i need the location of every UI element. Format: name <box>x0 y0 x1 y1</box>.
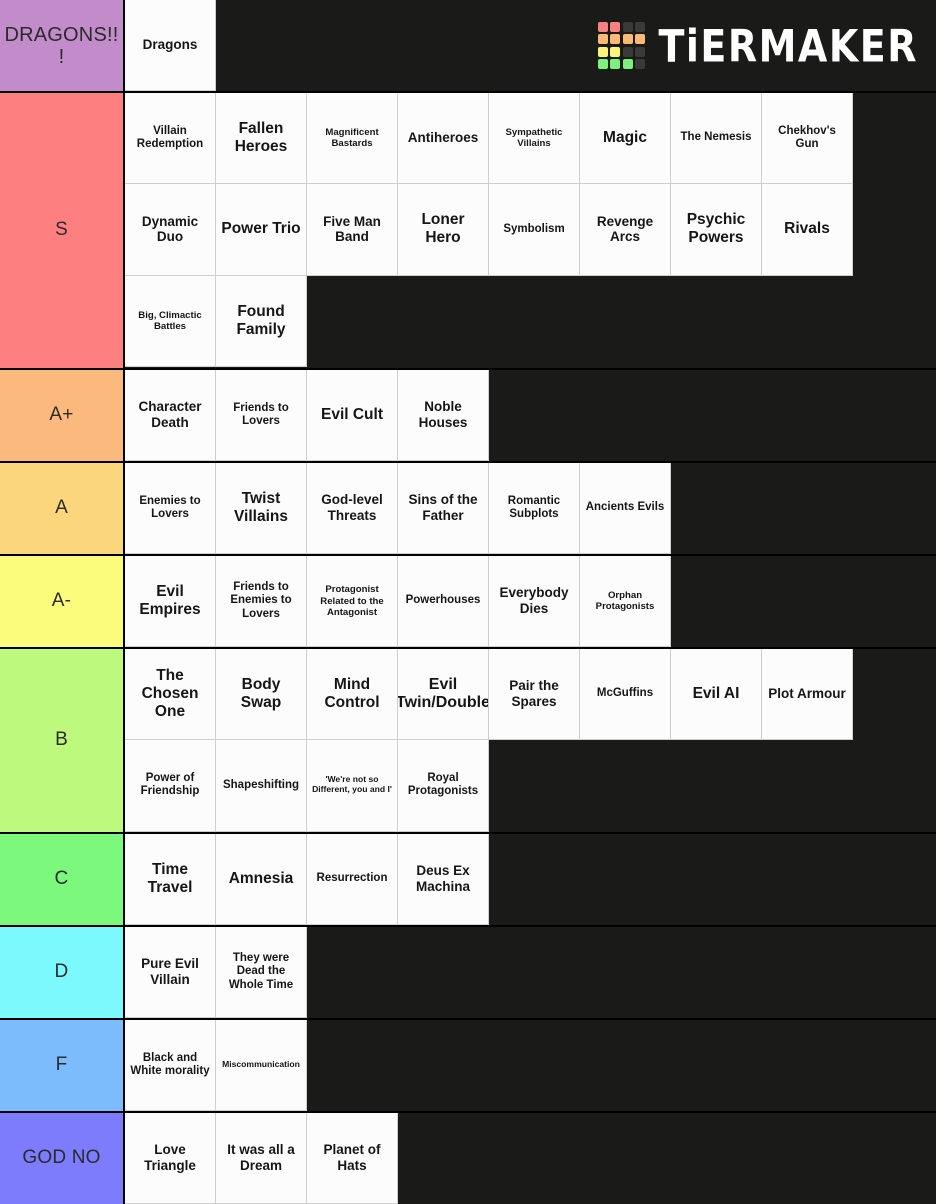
tier-item[interactable]: Antiheroes <box>398 93 489 185</box>
tier-row: F Black and White morality Miscommunicatio… <box>0 1020 936 1113</box>
tier-row: S Villain Redemption Fallen Heroes Magnific… <box>0 93 936 370</box>
tier-item[interactable]: The Chosen One <box>125 649 216 741</box>
tier-items: Evil Empires Friends to Enemies to Lovers… <box>125 556 936 648</box>
tier-item[interactable]: Amnesia <box>216 834 307 926</box>
tier-item[interactable]: Character Death <box>125 370 216 462</box>
tier-item[interactable]: Ancients Evils <box>580 463 671 555</box>
tier-item[interactable]: Dynamic Duo <box>125 184 216 276</box>
tier-item[interactable]: Sympathetic Villains <box>489 93 580 185</box>
tier-item[interactable]: Villain Redemption <box>125 93 216 185</box>
tier-row: D Pure Evil Villain They were Dead the Who… <box>0 927 936 1020</box>
tier-item[interactable]: Protagonist Related to the Antagonist <box>307 556 398 648</box>
tier-items: Character Death Friends to Lovers Evil Cul… <box>125 370 936 462</box>
tier-item[interactable]: Friends to Lovers <box>216 370 307 462</box>
tier-row: B The Chosen One Body Swap Mind Control Evil… <box>0 649 936 834</box>
tier-item[interactable]: Mind Control <box>307 649 398 741</box>
tier-item[interactable]: Miscommunication <box>216 1020 307 1112</box>
tier-item[interactable]: Twist Villains <box>216 463 307 555</box>
tier-item[interactable]: Revenge Arcs <box>580 184 671 276</box>
tier-item[interactable]: God-level Threats <box>307 463 398 555</box>
tier-label-a[interactable]: A- <box>0 556 125 647</box>
tier-item[interactable]: Love Triangle <box>125 1113 216 1204</box>
tier-item[interactable]: Magnificent Bastards <box>307 93 398 185</box>
tier-item[interactable]: Evil AI <box>671 649 762 741</box>
tier-item[interactable]: Black and White morality <box>125 1020 216 1112</box>
tier-items: Villain Redemption Fallen Heroes Magnifice… <box>125 93 936 368</box>
tier-item[interactable]: Planet of Hats <box>307 1113 398 1204</box>
tier-item[interactable]: Shapeshifting <box>216 740 307 832</box>
tier-items: Enemies to Lovers Twist Villains God-level… <box>125 463 936 555</box>
tier-row: A- Evil Empires Friends to Enemies to Love… <box>0 556 936 649</box>
tier-item[interactable]: Plot Armour <box>762 649 853 741</box>
tier-item[interactable]: Symbolism <box>489 184 580 276</box>
tier-label-a[interactable]: A <box>0 463 125 554</box>
tier-items: Pure Evil Villain They were Dead the Whol… <box>125 927 936 1019</box>
tier-item[interactable]: McGuffins <box>580 649 671 741</box>
tier-row: A Enemies to Lovers Twist Villains God-leve… <box>0 463 936 556</box>
tier-item[interactable]: Sins of the Father <box>398 463 489 555</box>
tier-label-god-no[interactable]: GOD NO <box>0 1113 125 1204</box>
tier-label-c[interactable]: C <box>0 834 125 925</box>
tier-item[interactable]: Magic <box>580 93 671 185</box>
tier-item[interactable]: Deus Ex Machina <box>398 834 489 926</box>
tier-items: Dragons <box>125 0 216 91</box>
tiermaker-wordmark: TiERMAKER <box>658 19 918 72</box>
tier-item[interactable]: Noble Houses <box>398 370 489 462</box>
tier-row: GOD NO Love Triangle It was all a Dream Pla… <box>0 1113 936 1204</box>
tier-label-b[interactable]: B <box>0 649 125 832</box>
tier-item[interactable]: Friends to Enemies to Lovers <box>216 556 307 648</box>
tier-items: Black and White morality Miscommunication <box>125 1020 936 1112</box>
tier-row: A+ Character Death Friends to Lovers Evil C… <box>0 370 936 463</box>
tier-item[interactable]: Evil Empires <box>125 556 216 648</box>
tier-item[interactable]: Loner Hero <box>398 184 489 276</box>
tier-item[interactable]: Big, Climactic Battles <box>125 275 216 367</box>
tier-item[interactable]: Chekhov's Gun <box>762 93 853 185</box>
tier-item[interactable]: Powerhouses <box>398 556 489 648</box>
tier-item[interactable]: 'We're not so Different, you and I' <box>307 740 398 832</box>
tier-item[interactable]: Psychic Powers <box>671 184 762 276</box>
tier-item[interactable]: Royal Protagonists <box>398 740 489 832</box>
tier-label-s[interactable]: S <box>0 93 125 368</box>
tiermaker-branding: TiERMAKER <box>216 0 936 91</box>
tier-label-dragons[interactable]: DRAGONS!!! <box>0 0 125 91</box>
tier-item[interactable]: Power Trio <box>216 184 307 276</box>
tier-item[interactable]: The Nemesis <box>671 93 762 185</box>
tier-item[interactable]: Romantic Subplots <box>489 463 580 555</box>
tier-item[interactable]: Five Man Band <box>307 184 398 276</box>
tier-item[interactable]: Time Travel <box>125 834 216 926</box>
tier-items: Love Triangle It was all a Dream Planet of… <box>125 1113 936 1204</box>
tier-row: DRAGONS!!! Dragons TiERMAKER <box>0 0 936 93</box>
tier-label-d[interactable]: D <box>0 927 125 1018</box>
tier-items: The Chosen One Body Swap Mind Control Evil … <box>125 649 936 832</box>
tier-label-a[interactable]: A+ <box>0 370 125 461</box>
tier-item[interactable]: Fallen Heroes <box>216 93 307 185</box>
tier-item[interactable]: It was all a Dream <box>216 1113 307 1204</box>
tier-item[interactable]: Found Family <box>216 275 307 367</box>
tier-label-f[interactable]: F <box>0 1020 125 1111</box>
tier-row: C Time Travel Amnesia Resurrection Deus Ex M… <box>0 834 936 927</box>
tier-item[interactable]: Resurrection <box>307 834 398 926</box>
tier-item[interactable]: Everybody Dies <box>489 556 580 648</box>
tier-item[interactable]: Pair the Spares <box>489 649 580 741</box>
tier-item[interactable]: Power of Friendship <box>125 740 216 832</box>
tier-item[interactable]: Pure Evil Villain <box>125 927 216 1019</box>
tier-item[interactable]: Rivals <box>762 184 853 276</box>
tier-item[interactable]: Evil Cult <box>307 370 398 462</box>
tier-items: Time Travel Amnesia Resurrection Deus Ex Ma… <box>125 834 936 926</box>
tier-item[interactable]: Evil Twin/Double <box>398 649 489 741</box>
tier-item[interactable]: Body Swap <box>216 649 307 741</box>
tier-item[interactable]: Dragons <box>125 0 216 91</box>
tiermaker-logo-icon <box>597 21 646 70</box>
tier-item[interactable]: Orphan Protagonists <box>580 556 671 648</box>
tier-item[interactable]: They were Dead the Whole Time <box>216 927 307 1019</box>
tier-item[interactable]: Enemies to Lovers <box>125 463 216 555</box>
tier-list-container: DRAGONS!!! Dragons TiERMAKER S Villain Redem… <box>0 0 936 1204</box>
